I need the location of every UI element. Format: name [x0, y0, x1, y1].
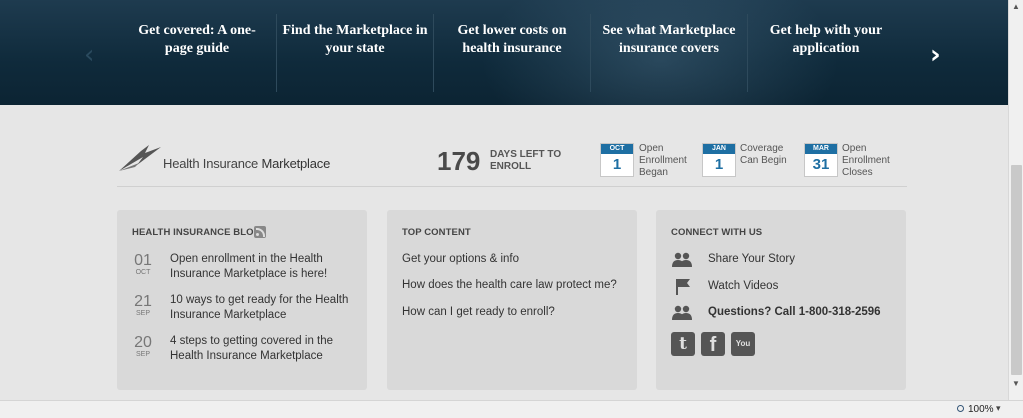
scroll-down-arrow-icon[interactable]: ▼: [1012, 379, 1020, 388]
connect-card: CONNECT WITH US Share Your Story Watch V…: [656, 210, 906, 390]
calendar-badge-oct: OCT 1: [600, 143, 634, 177]
facebook-icon[interactable]: f: [701, 332, 725, 356]
carousel-separator: [590, 14, 591, 92]
days-left-label: DAYS LEFT TO ENROLL: [490, 149, 562, 172]
people-icon: [672, 305, 692, 320]
calendar-badge-mar: MAR 31: [804, 143, 838, 177]
blog-entry-date: 20 SEP: [134, 334, 152, 358]
scroll-up-arrow-icon[interactable]: ▲: [1012, 2, 1020, 11]
carousel-item-get-covered[interactable]: Get covered: A one- page guide: [128, 22, 266, 58]
marketplace-logo-text[interactable]: Health Insurance Marketplace: [163, 156, 330, 171]
carousel-item-find-marketplace[interactable]: Find the Marketplace in your state: [280, 22, 430, 58]
top-carousel-banner: ‹ Get covered: A one- page guide Find th…: [0, 0, 1008, 105]
carousel-separator: [747, 14, 748, 92]
zoom-level[interactable]: 100%: [968, 404, 994, 415]
blog-entry-link[interactable]: 4 steps to getting covered in the Health…: [170, 334, 360, 364]
calendar-label-open-enrollment-closes: Open Enrollment Closes: [842, 143, 890, 178]
carousel-separator: [433, 14, 434, 92]
carousel-separator: [276, 14, 277, 92]
flag-icon: [676, 279, 690, 295]
vertical-scrollbar[interactable]: ▲ ▼: [1008, 0, 1023, 400]
carousel-item-get-help[interactable]: Get help with your application: [756, 22, 896, 58]
blog-entry-date: 01 OCT: [134, 252, 152, 276]
carousel-item-lower-costs[interactable]: Get lower costs on health insurance: [440, 22, 584, 58]
youtube-icon[interactable]: You: [731, 332, 755, 356]
twitter-icon[interactable]: t: [671, 332, 695, 356]
top-content-link[interactable]: How does the health care law protect me?: [402, 279, 617, 291]
days-left-count: 179: [437, 146, 481, 176]
blog-entry-date: 21 SEP: [134, 293, 152, 317]
people-icon: [672, 252, 692, 267]
section-divider: [117, 186, 907, 187]
blog-entry-link[interactable]: 10 ways to get ready for the Health Insu…: [170, 293, 360, 323]
watch-videos-link[interactable]: Watch Videos: [708, 280, 778, 292]
blog-entry-link[interactable]: Open enrollment in the Health Insurance …: [170, 252, 360, 282]
carousel-item-what-covers[interactable]: See what Marketplace insurance covers: [596, 22, 742, 58]
top-content-link[interactable]: Get your options & info: [402, 253, 519, 265]
calendar-badge-jan: JAN 1: [702, 143, 736, 177]
top-content-title: TOP CONTENT: [402, 227, 471, 238]
connect-title: CONNECT WITH US: [671, 227, 763, 238]
zoom-icon: [957, 405, 964, 412]
carousel-next-arrow-icon[interactable]: ›: [930, 40, 941, 70]
calendar-label-coverage-begin: Coverage Can Begin: [740, 143, 787, 166]
browser-status-bar: 100% ▾: [0, 400, 1023, 418]
share-story-link[interactable]: Share Your Story: [708, 253, 795, 265]
scrollbar-thumb[interactable]: [1011, 165, 1022, 375]
rss-icon[interactable]: [254, 226, 266, 238]
blog-card: HEALTH INSURANCE BLOG 01 OCT Open enroll…: [117, 210, 367, 390]
carousel-prev-arrow-icon[interactable]: ‹: [84, 40, 94, 70]
zoom-dropdown-icon[interactable]: ▾: [996, 403, 1001, 414]
top-content-link[interactable]: How can I get ready to enroll?: [402, 306, 555, 318]
blog-card-title[interactable]: HEALTH INSURANCE BLOG: [132, 227, 261, 238]
calendar-label-open-enrollment-began: Open Enrollment Began: [639, 143, 687, 178]
top-content-card: TOP CONTENT Get your options & info How …: [387, 210, 637, 390]
questions-call-text[interactable]: Questions? Call 1-800-318-2596: [708, 306, 881, 318]
